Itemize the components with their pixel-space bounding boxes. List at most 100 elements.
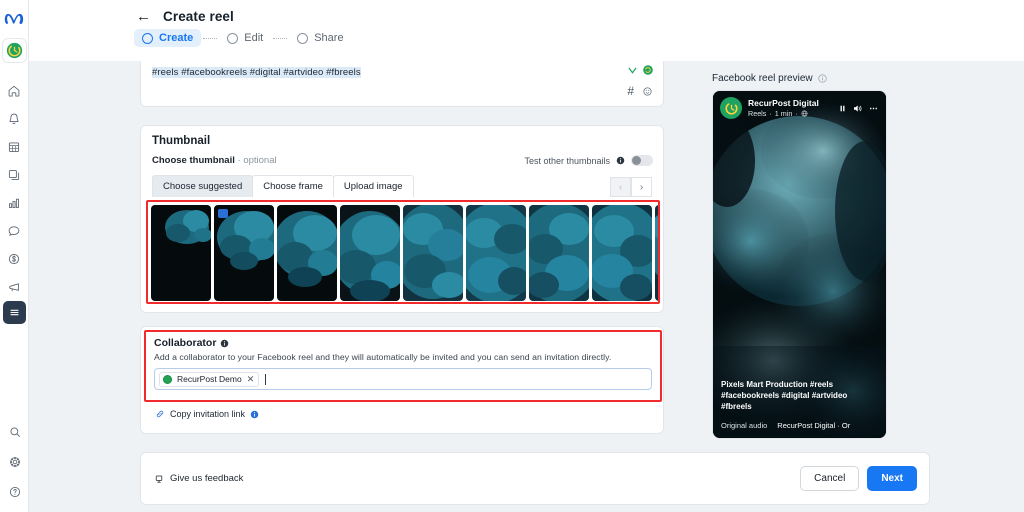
breadcrumb: ← Create reel: [29, 0, 1024, 24]
more-options-icon[interactable]: [868, 103, 879, 114]
thumbnail-next-button[interactable]: ›: [631, 177, 652, 197]
link-icon: [156, 410, 164, 418]
tab-choose-suggested[interactable]: Choose suggested: [152, 175, 254, 197]
audio-label: Original audio: [721, 421, 768, 430]
step-connector: [273, 37, 288, 39]
sidebar-item-menu[interactable]: [2, 301, 26, 324]
sidebar-item-inbox[interactable]: [1, 217, 28, 245]
thumbnail-tabs: Choose suggested Choose frame Upload ima…: [152, 175, 663, 197]
hamburger-icon: [9, 309, 19, 316]
left-sidebar: [0, 0, 29, 512]
thumbnail-frame[interactable]: [592, 205, 652, 301]
remove-collaborator-button[interactable]: ✕: [247, 374, 255, 385]
sidebar-item-promote[interactable]: [1, 273, 28, 301]
step-edit-label: Edit: [244, 32, 264, 44]
caption-text[interactable]: #reels #facebookreels #digital #artvideo…: [141, 61, 663, 78]
thumbnail-frame[interactable]: [214, 205, 274, 301]
audio-attribution: RecurPost Digital · Or: [777, 421, 851, 430]
test-thumbnails-toggle[interactable]: [631, 155, 653, 166]
meta-time: 1 min: [774, 109, 793, 118]
thumbnail-frame[interactable]: [403, 205, 463, 301]
meta-logo: [1, 7, 27, 29]
info-icon[interactable]: [220, 339, 229, 348]
thumbnail-selected-badge: [218, 209, 228, 218]
recurpost-logo-icon: [723, 100, 739, 116]
sidebar-item-home[interactable]: [1, 77, 28, 105]
copy-invitation-link-label: Copy invitation link: [170, 409, 246, 419]
create-reel-page: ← Create reel Create Edit Share #reels #…: [0, 0, 1024, 512]
copy-invitation-link-row[interactable]: Copy invitation link: [155, 409, 259, 419]
reel-preview-controls: [838, 103, 879, 114]
emoji-icon[interactable]: [642, 86, 653, 97]
thumbnail-frame[interactable]: [340, 205, 400, 301]
choose-thumbnail-label: Choose thumbnail · optional: [152, 155, 277, 166]
sidebar-item-search[interactable]: [1, 418, 28, 446]
preview-label: Facebook reel preview: [712, 73, 813, 84]
sidebar-item-settings[interactable]: [1, 448, 28, 476]
collaborator-input[interactable]: RecurPost Demo ✕: [154, 368, 652, 390]
search-icon: [10, 427, 20, 437]
info-icon[interactable]: [616, 156, 625, 165]
collaborator-chip[interactable]: RecurPost Demo ✕: [159, 371, 260, 387]
sidebar-item-calendar[interactable]: [1, 133, 28, 161]
test-thumbnails-label: Test other thumbnails: [524, 155, 610, 166]
collaborator-title: Collaborator: [154, 337, 217, 349]
tab-upload-image[interactable]: Upload image: [332, 175, 414, 197]
reel-preview-audio-row: Original audio RecurPost Digital · Or: [721, 421, 880, 430]
sidebar-item-billing[interactable]: [1, 245, 28, 273]
collaborator-description: Add a collaborator to your Facebook reel…: [154, 352, 612, 362]
next-button[interactable]: Next: [867, 466, 917, 491]
sidebar-item-notifications[interactable]: [1, 105, 28, 133]
optional-label: optional: [243, 155, 277, 166]
thumbnail-frame[interactable]: [466, 205, 526, 301]
recurpost-logo[interactable]: [1, 38, 27, 63]
thumbnail-frame[interactable]: [529, 205, 589, 301]
sidebar-nav: [1, 77, 28, 324]
cancel-button[interactable]: Cancel: [800, 466, 860, 491]
thumbnail-frame[interactable]: [655, 205, 658, 301]
sidebar-item-analytics[interactable]: [1, 189, 28, 217]
page-title: Create reel: [163, 9, 234, 24]
sidebar-item-library[interactable]: [1, 161, 28, 189]
info-icon[interactable]: [817, 74, 827, 83]
give-feedback-button[interactable]: Give us feedback: [154, 473, 243, 484]
reel-preview-account: RecurPost Digital Reels · 1 min ·: [748, 98, 838, 118]
reel-preview-header: RecurPost Digital Reels · 1 min ·: [713, 91, 886, 125]
step-radio-icon: [297, 32, 309, 44]
give-feedback-label: Give us feedback: [170, 473, 244, 484]
step-edit[interactable]: Edit: [219, 29, 271, 47]
thumbnail-frame-strip[interactable]: [146, 200, 660, 304]
sidebar-item-help[interactable]: [1, 478, 28, 506]
step-create[interactable]: Create: [134, 29, 202, 47]
thumbnail-frame[interactable]: [151, 205, 211, 301]
collaborator-card: Collaborator Add a collaborator to your …: [140, 326, 664, 434]
caption-bottom-icons: #: [627, 84, 653, 98]
reel-preview-player[interactable]: RecurPost Digital Reels · 1 min · Pixels…: [712, 90, 887, 439]
recurpost-badge-icon[interactable]: [642, 64, 654, 76]
hashtag-icon[interactable]: #: [627, 84, 634, 98]
thumbnail-nav-arrows: ‹ ›: [610, 177, 652, 197]
volume-icon[interactable]: [852, 103, 863, 114]
pause-icon[interactable]: [838, 104, 847, 113]
thumbnail-prev-button[interactable]: ‹: [610, 177, 631, 197]
meta-dot: ·: [769, 109, 772, 118]
choose-separator: ·: [237, 155, 241, 166]
bar-chart-icon: [9, 198, 19, 208]
info-icon[interactable]: [250, 410, 259, 419]
globe-icon: [801, 110, 808, 117]
tab-choose-frame[interactable]: Choose frame: [252, 175, 334, 197]
back-button[interactable]: ←: [136, 9, 151, 24]
step-create-label: Create: [159, 32, 194, 44]
chat-bubble-icon: [8, 226, 20, 236]
meta-dot: ·: [795, 109, 798, 118]
calendar-icon: [8, 142, 20, 152]
step-radio-icon: [227, 32, 239, 44]
thumbnail-card: Thumbnail Choose thumbnail · optional Te…: [140, 125, 664, 313]
step-share[interactable]: Share: [289, 29, 351, 47]
caption-hashtags: #reels #facebookreels #digital #artvideo…: [152, 67, 361, 78]
text-caret: [265, 373, 267, 385]
thumbnail-frame[interactable]: [277, 205, 337, 301]
caption-top-icons: [627, 64, 654, 76]
check-green-icon[interactable]: [627, 65, 638, 76]
sidebar-bottom-nav: [0, 418, 29, 506]
